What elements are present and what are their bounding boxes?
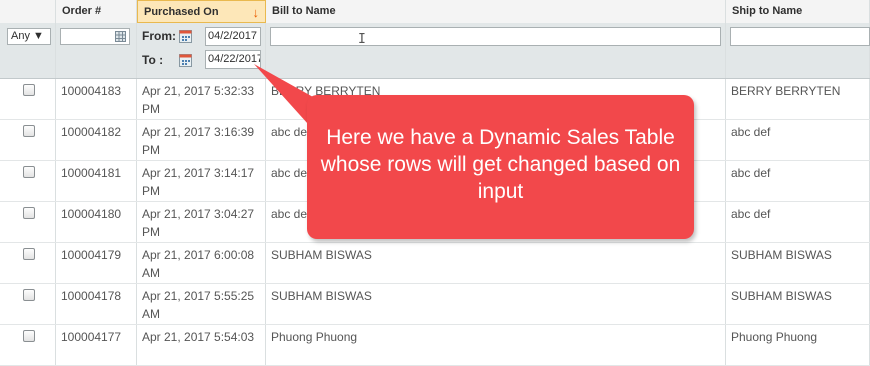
purchased-on: Apr 21, 2017 5:32:33 PM bbox=[137, 79, 266, 119]
purchased-on: Apr 21, 2017 3:04:27 PM bbox=[137, 202, 266, 242]
header-ship-to-name[interactable]: Ship to Name bbox=[726, 0, 870, 23]
order-number: 100004180 bbox=[56, 202, 137, 242]
purchased-datetime: Apr 21, 2017 3:04:27 bbox=[142, 207, 255, 221]
table-row[interactable]: 100004177 Apr 21, 2017 5:54:03 Phuong Ph… bbox=[0, 325, 870, 366]
row-select-cell bbox=[0, 243, 56, 283]
header-bill-to-name[interactable]: Bill to Name bbox=[266, 0, 726, 23]
row-checkbox[interactable] bbox=[23, 125, 35, 137]
bill-to-name: SUBHAM BISWAS bbox=[266, 284, 726, 324]
purchased-ampm: AM bbox=[142, 266, 160, 280]
header-massaction bbox=[0, 0, 56, 23]
filter-row: Any ▼ From: 04/2/2017 To: 04/22/2017 bbox=[0, 23, 870, 79]
purchased-datetime: Apr 21, 2017 5:55:25 bbox=[142, 289, 255, 303]
header-order-number[interactable]: Order # bbox=[56, 0, 137, 23]
purchased-on: Apr 21, 2017 3:16:39 PM bbox=[137, 120, 266, 160]
row-select-cell bbox=[0, 284, 56, 324]
purchased-ampm: AM bbox=[142, 307, 160, 321]
date-from-input[interactable]: 04/2/2017 bbox=[205, 27, 261, 46]
purchased-on: Apr 21, 2017 5:55:25 AM bbox=[137, 284, 266, 324]
row-select-cell bbox=[0, 202, 56, 242]
header-bill-label: Bill to Name bbox=[272, 5, 336, 17]
grid-header: Order # Purchased On ↓ Bill to Name Ship… bbox=[0, 0, 870, 24]
purchased-ampm: PM bbox=[142, 102, 160, 116]
row-select-cell bbox=[0, 161, 56, 201]
row-checkbox[interactable] bbox=[23, 289, 35, 301]
header-ship-label: Ship to Name bbox=[732, 5, 803, 17]
from-label: From: bbox=[142, 29, 176, 43]
purchased-datetime: Apr 21, 2017 5:32:33 bbox=[142, 84, 255, 98]
purchased-datetime: Apr 21, 2017 6:00:08 bbox=[142, 248, 255, 262]
order-number: 100004179 bbox=[56, 243, 137, 283]
filter-purchased-cell: From: 04/2/2017 To : 04/22/2017 bbox=[137, 23, 266, 78]
ship-to-name: abc def bbox=[726, 120, 870, 160]
calendar-from-icon[interactable] bbox=[179, 30, 192, 43]
filter-massaction-cell: Any ▼ bbox=[0, 23, 56, 78]
order-number: 100004177 bbox=[56, 325, 137, 365]
header-purchased-on[interactable]: Purchased On ↓ bbox=[137, 0, 266, 23]
purchased-datetime: Apr 21, 2017 3:14:17 bbox=[142, 166, 255, 180]
filter-bill-cell bbox=[266, 23, 726, 78]
row-select-cell bbox=[0, 120, 56, 160]
order-number: 100004181 bbox=[56, 161, 137, 201]
row-select-cell bbox=[0, 79, 56, 119]
ship-to-name: abc def bbox=[726, 202, 870, 242]
order-number: 100004183 bbox=[56, 79, 137, 119]
table-row[interactable]: 100004179 Apr 21, 2017 6:00:08 AM SUBHAM … bbox=[0, 243, 870, 284]
range-grid-icon bbox=[115, 31, 126, 42]
row-checkbox[interactable] bbox=[23, 84, 35, 96]
row-checkbox[interactable] bbox=[23, 207, 35, 219]
table-row[interactable]: 100004178 Apr 21, 2017 5:55:25 AM SUBHAM … bbox=[0, 284, 870, 325]
row-select-cell bbox=[0, 325, 56, 365]
ship-to-name: SUBHAM BISWAS bbox=[726, 284, 870, 324]
order-number-filter-input[interactable] bbox=[60, 28, 130, 45]
massaction-any-select[interactable]: Any ▼ bbox=[7, 28, 51, 45]
bill-to-name: SUBHAM BISWAS bbox=[266, 243, 726, 283]
bill-to-name: Phuong Phuong bbox=[266, 325, 726, 365]
ship-to-name: abc def bbox=[726, 161, 870, 201]
ship-to-name: BERRY BERRYTEN bbox=[726, 79, 870, 119]
row-checkbox[interactable] bbox=[23, 248, 35, 260]
order-number: 100004182 bbox=[56, 120, 137, 160]
purchased-ampm: PM bbox=[142, 184, 160, 198]
purchased-on: Apr 21, 2017 5:54:03 bbox=[137, 325, 266, 365]
filter-order-cell bbox=[56, 23, 137, 78]
purchased-ampm: PM bbox=[142, 225, 160, 239]
purchased-ampm: PM bbox=[142, 143, 160, 157]
purchased-on: Apr 21, 2017 6:00:08 AM bbox=[137, 243, 266, 283]
calendar-to-icon[interactable] bbox=[179, 54, 192, 67]
ship-to-name: Phuong Phuong bbox=[726, 325, 870, 365]
row-checkbox[interactable] bbox=[23, 330, 35, 342]
purchased-datetime: Apr 21, 2017 3:16:39 bbox=[142, 125, 255, 139]
ship-to-name: SUBHAM BISWAS bbox=[726, 243, 870, 283]
ship-to-name-filter-input[interactable] bbox=[730, 27, 870, 46]
callout-text: Here we have a Dynamic Sales Table whose… bbox=[320, 126, 681, 203]
row-checkbox[interactable] bbox=[23, 166, 35, 178]
bill-to-name-filter-input[interactable] bbox=[270, 27, 721, 46]
header-purchased-label: Purchased On bbox=[144, 6, 219, 18]
sort-descending-icon: ↓ bbox=[252, 5, 260, 20]
header-order-label: Order # bbox=[62, 5, 102, 17]
purchased-on: Apr 21, 2017 3:14:17 PM bbox=[137, 161, 266, 201]
purchased-datetime: Apr 21, 2017 5:54:03 bbox=[142, 330, 255, 344]
filter-ship-cell bbox=[726, 23, 870, 78]
text-cursor-icon: I bbox=[358, 32, 366, 47]
order-number: 100004178 bbox=[56, 284, 137, 324]
to-label: To : bbox=[142, 53, 164, 67]
